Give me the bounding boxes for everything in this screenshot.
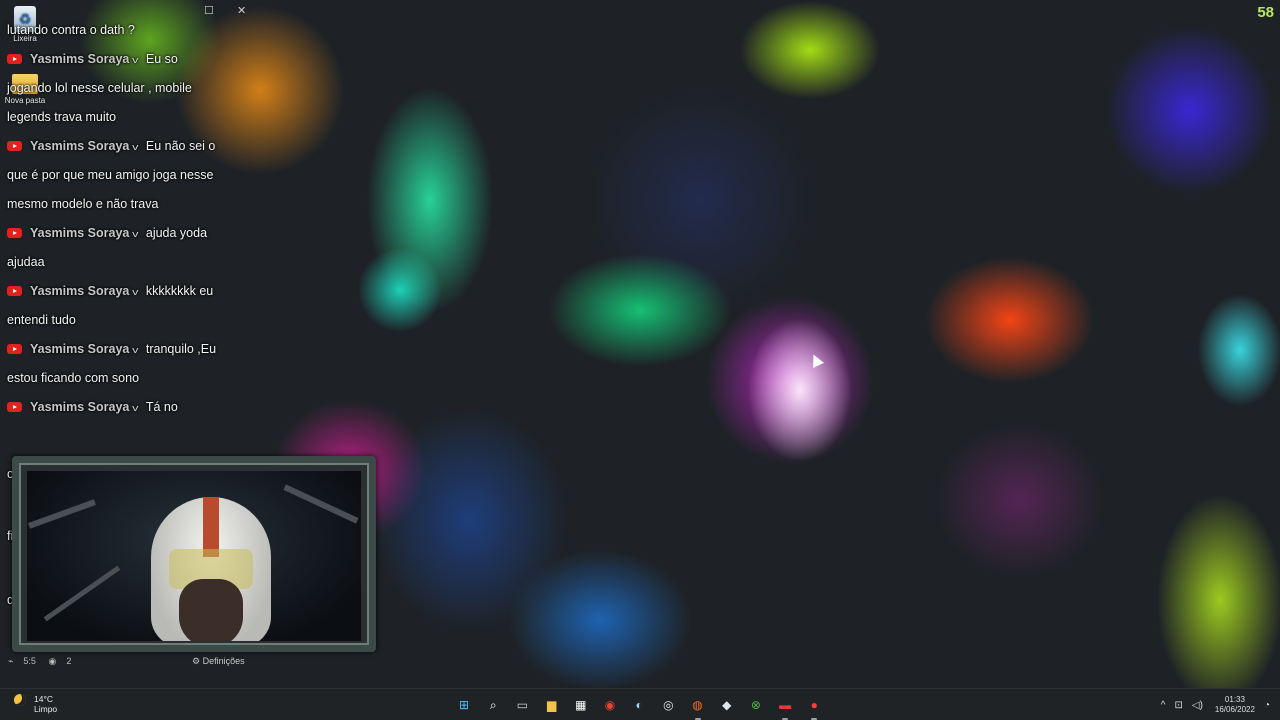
epic-icon[interactable]: ◆ [715,693,739,717]
chat-message: que é por que meu amigo joga nesse [7,168,214,182]
chat-message-text: que é por que meu amigo joga nesse [0,161,250,190]
chat-message-header: Yasmims Soraya v ajuda yoda [0,219,250,248]
settings-label: Definições [202,656,245,666]
chat-message: Eu so [145,52,178,66]
chat-author[interactable]: Yasmims Soraya [30,139,129,153]
clock-time: 01:33 [1224,695,1245,704]
chevron-down-icon[interactable]: v [132,46,138,74]
chat-message: ajuda yoda [145,226,208,240]
taskbar-clock[interactable]: 01:33 16/06/2022 [1215,695,1255,715]
chat-message-text: jogando lol nesse celular , mobile [0,74,250,103]
chat-message: jogando lol nesse celular , mobile [7,81,192,95]
pilot-helmet [151,497,271,641]
chat-message: entendi tudo [7,313,76,327]
youtube-icon [7,228,22,238]
chevron-down-icon[interactable]: v [132,278,138,306]
origin-icon[interactable]: ◍ [686,693,710,720]
youtube-icon [7,286,22,296]
clock-date: 16/06/2022 [1214,705,1255,714]
chat-message-header: Yasmims Soraya v tranquilo ,Eu [0,335,250,364]
chat-message-header: Yasmims Soraya v Eu não sei o [0,132,250,161]
rss-icon: ⌁ [8,656,14,666]
stats-value: 5:5 [23,656,36,666]
chat-message: lutando contra o dath ? [7,23,135,37]
file-explorer-icon[interactable]: ▆ [540,693,564,717]
chevron-down-icon[interactable]: v [132,220,138,248]
settings-button[interactable]: ⚙ Definições [192,656,245,667]
network-icon[interactable]: ⊡ [1174,700,1182,711]
task-view-icon[interactable]: ▭ [510,693,534,717]
chat-message-text: estou ficando com sono [0,364,250,393]
eye-icon: ◉ [48,656,57,666]
taskbar-apps: ⊞ ⌕ ▭ ▆ ▦ ◉ ◐ ◎ ◍ ◆ ⊗ ▬ ● [452,693,831,720]
chrome-icon[interactable]: ◉ [598,693,622,717]
chevron-down-icon[interactable]: v [132,336,138,364]
weather-widget[interactable]: 14°C Limpo [14,694,57,714]
youtube-icon [7,141,22,151]
chat-message: kkkkkkkk eu [145,284,214,298]
viewer-count: 2 [66,656,72,666]
chat-message-text: ajudaa [0,248,250,277]
chat-message-text: legends trava muito [0,103,250,132]
chat-author[interactable]: Yasmims Soraya [30,342,129,356]
fps-counter: 58 [1257,4,1274,21]
system-tray: ^ ⊡ ◁) 01:33 16/06/2022 ◔ [1152,693,1270,717]
chat-message-header: Yasmims Soraya v kkkkkkkk eu [0,277,250,306]
chat-message: Eu não sei o [145,139,216,153]
youtube-icon [7,402,22,412]
weather-temp: 14°C [34,694,53,704]
chat-message: ajudaa [7,255,45,269]
volume-icon[interactable]: ◁) [1192,700,1203,711]
tray-chevron-icon[interactable]: ^ [1161,700,1166,711]
webcam-overlay [12,456,376,652]
xbox-icon[interactable]: ⊗ [744,693,768,717]
chat-message: Tá no [145,400,178,414]
youtube-icon [7,54,22,64]
weather-desc: Limpo [34,704,58,714]
chat-message: legends trava muito [7,110,117,124]
chat-message-text: mesmo modelo e não trava [0,190,250,219]
chat-message-text: entendi tudo [0,306,250,335]
taskbar: 14°C Limpo ⊞ ⌕ ▭ ▆ ▦ ◉ ◐ ◎ ◍ ◆ ⊗ ▬ ● ^ ⊡ ◁) 01:33 16… [0,688,1280,720]
windows-start-icon[interactable]: ⊞ [452,693,476,717]
chat-message: mesmo modelo e não trava [7,197,159,211]
chat-author[interactable]: Yasmims Soraya [30,52,129,66]
chat-message: tranquilo ,Eu [145,342,217,356]
chat-message-text: lutando contra o dath ? [0,16,250,45]
moon-icon [14,694,26,706]
notifications-icon[interactable]: ◔ [1264,700,1270,711]
obs-icon[interactable]: ◎ [656,693,680,717]
chat-message-header: Yasmims Soraya v Tá no [0,393,250,422]
chat-author[interactable]: Yasmims Soraya [30,284,129,298]
streamlabs-icon[interactable]: ▬ [773,693,797,720]
chat-author[interactable]: Yasmims Soraya [30,226,129,240]
chat-message: estou ficando com sono [7,371,140,385]
chat-author[interactable]: Yasmims Soraya [30,400,129,414]
stream-stats: ⌁ 5:5 ◉ 2 [8,656,81,667]
ea-app-icon[interactable]: ● [802,693,826,720]
microsoft-store-icon[interactable]: ▦ [569,693,593,717]
webcam-feed [27,471,361,641]
gear-icon: ⚙ [192,656,201,666]
chevron-down-icon[interactable]: v [132,133,138,161]
steam-icon[interactable]: ◐ [627,693,651,717]
chevron-down-icon[interactable]: v [132,394,138,422]
live-chat-overlay: lutando contra o dath ? Yasmims Soraya v Eu… [0,16,250,422]
youtube-icon [7,344,22,354]
chat-message-header: Yasmims Soraya v Eu so [0,45,250,74]
search-icon[interactable]: ⌕ [481,693,505,717]
